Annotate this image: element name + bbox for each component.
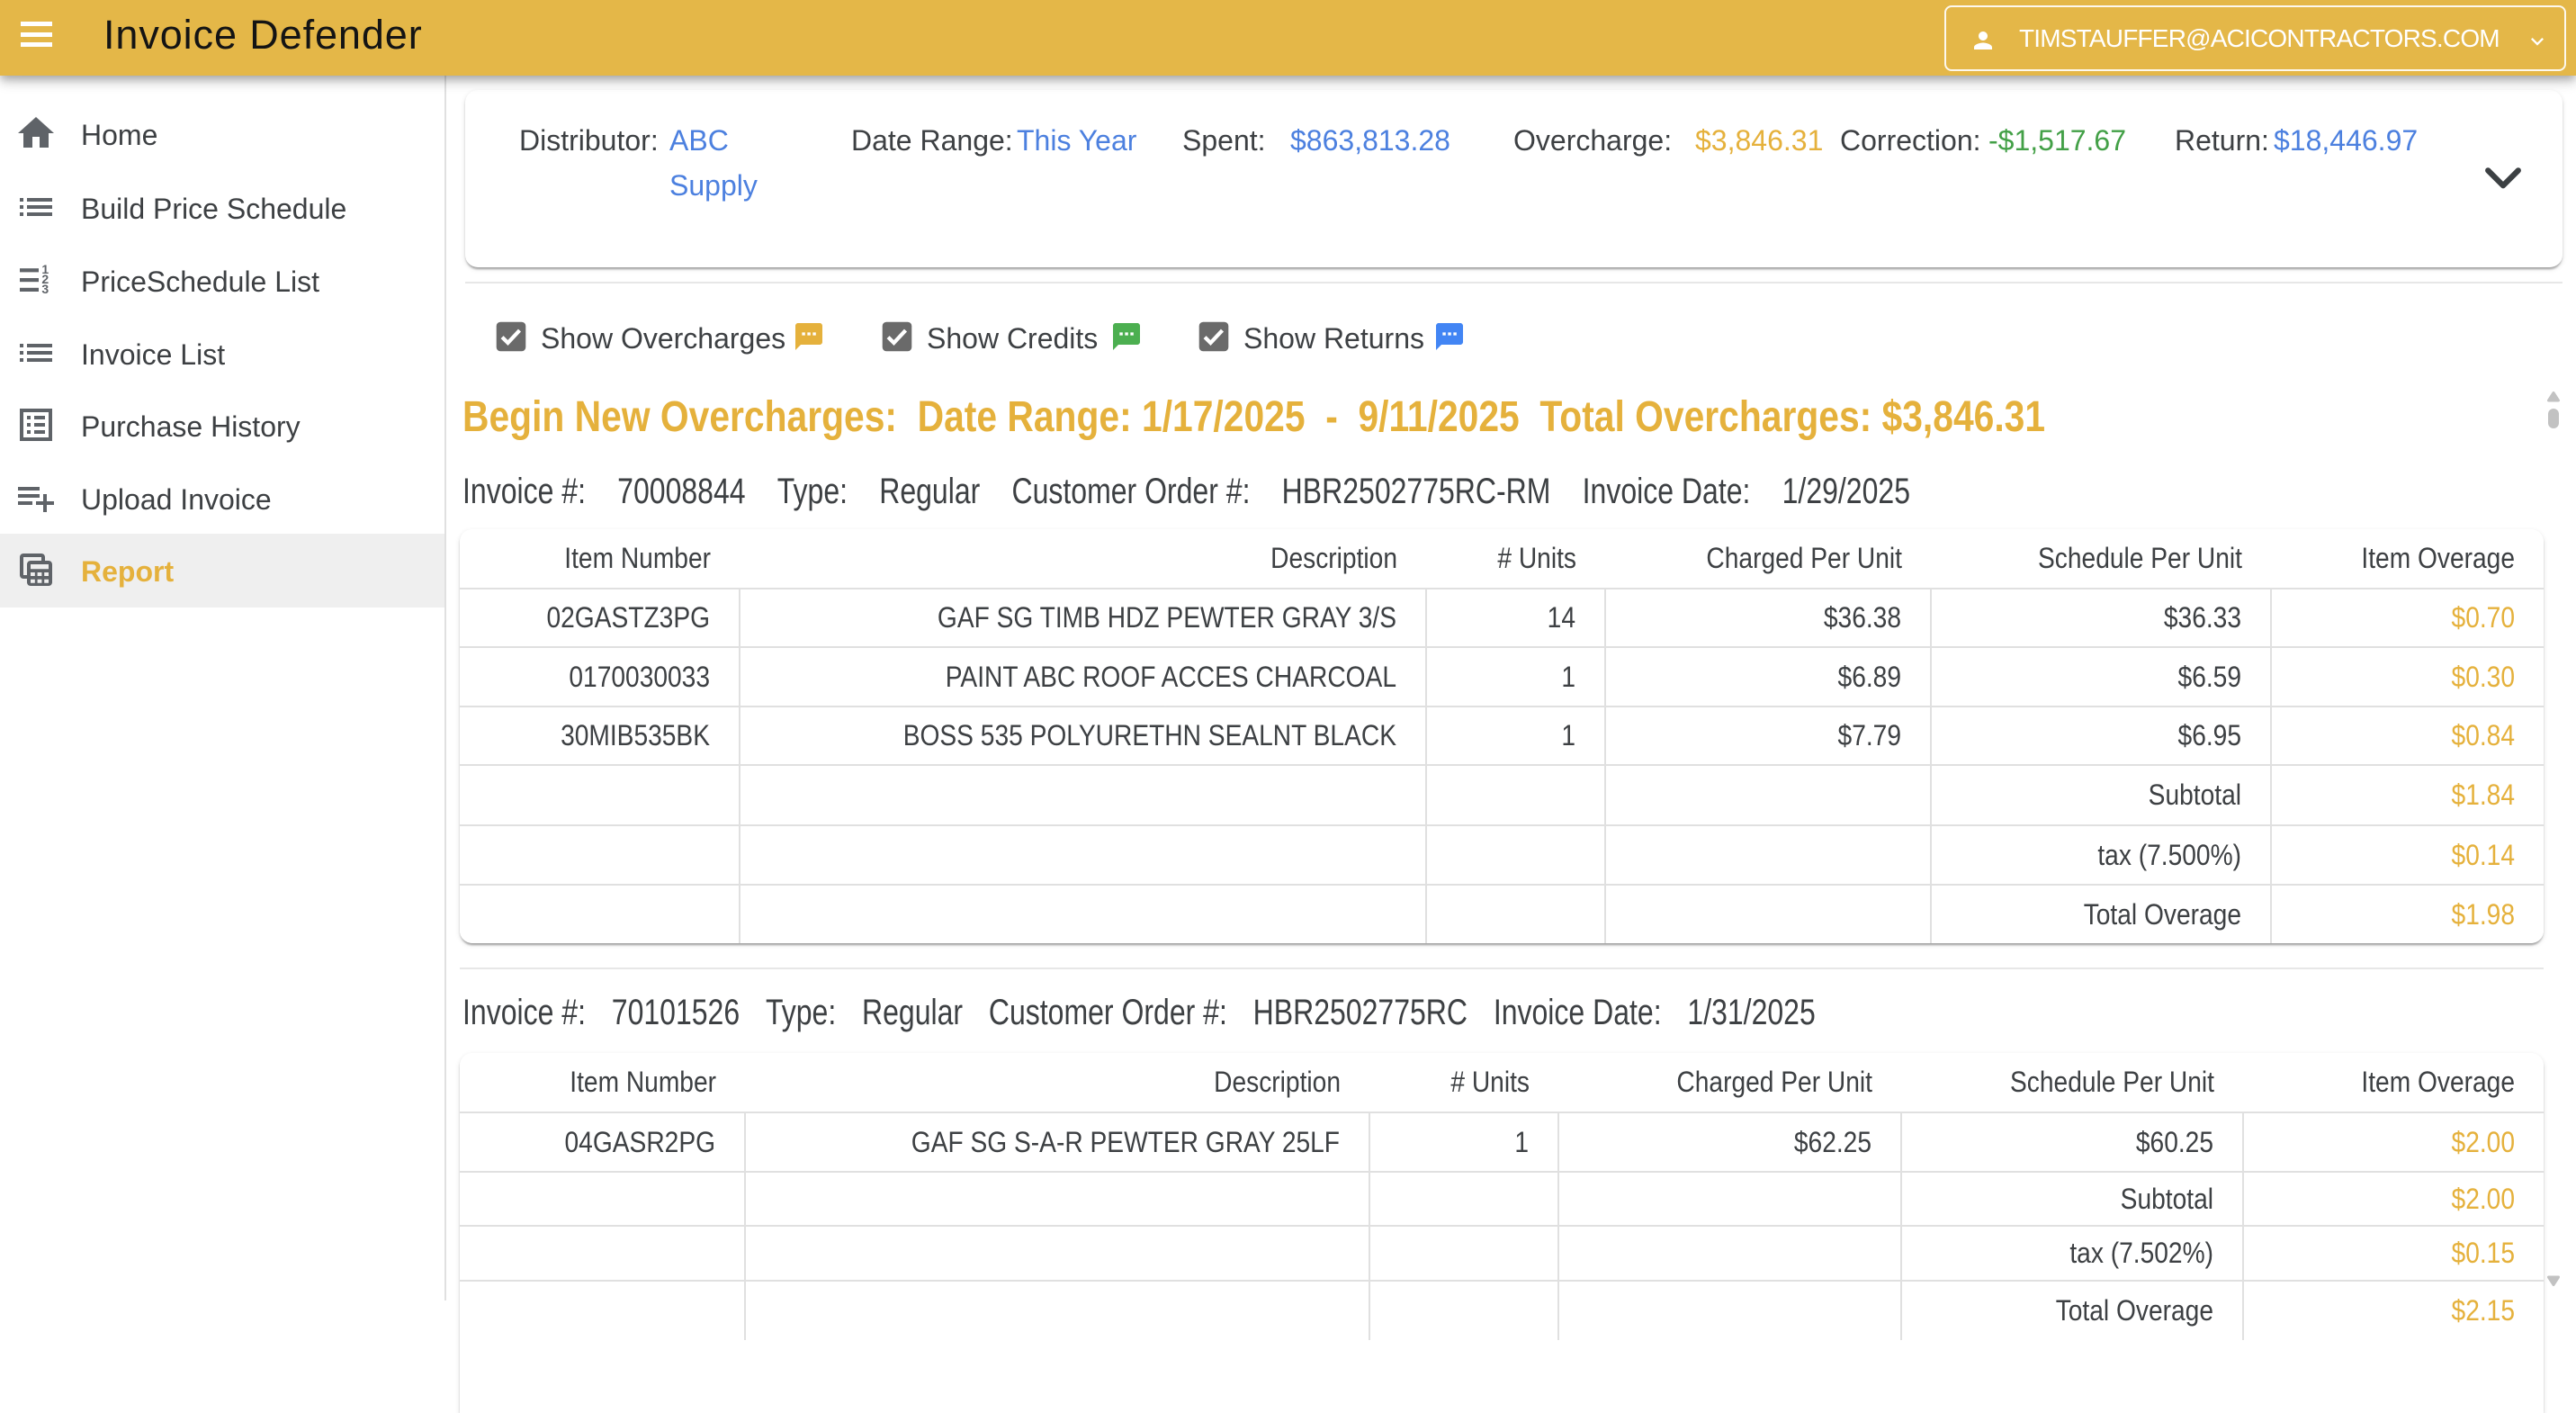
svg-text:3: 3	[41, 282, 49, 296]
